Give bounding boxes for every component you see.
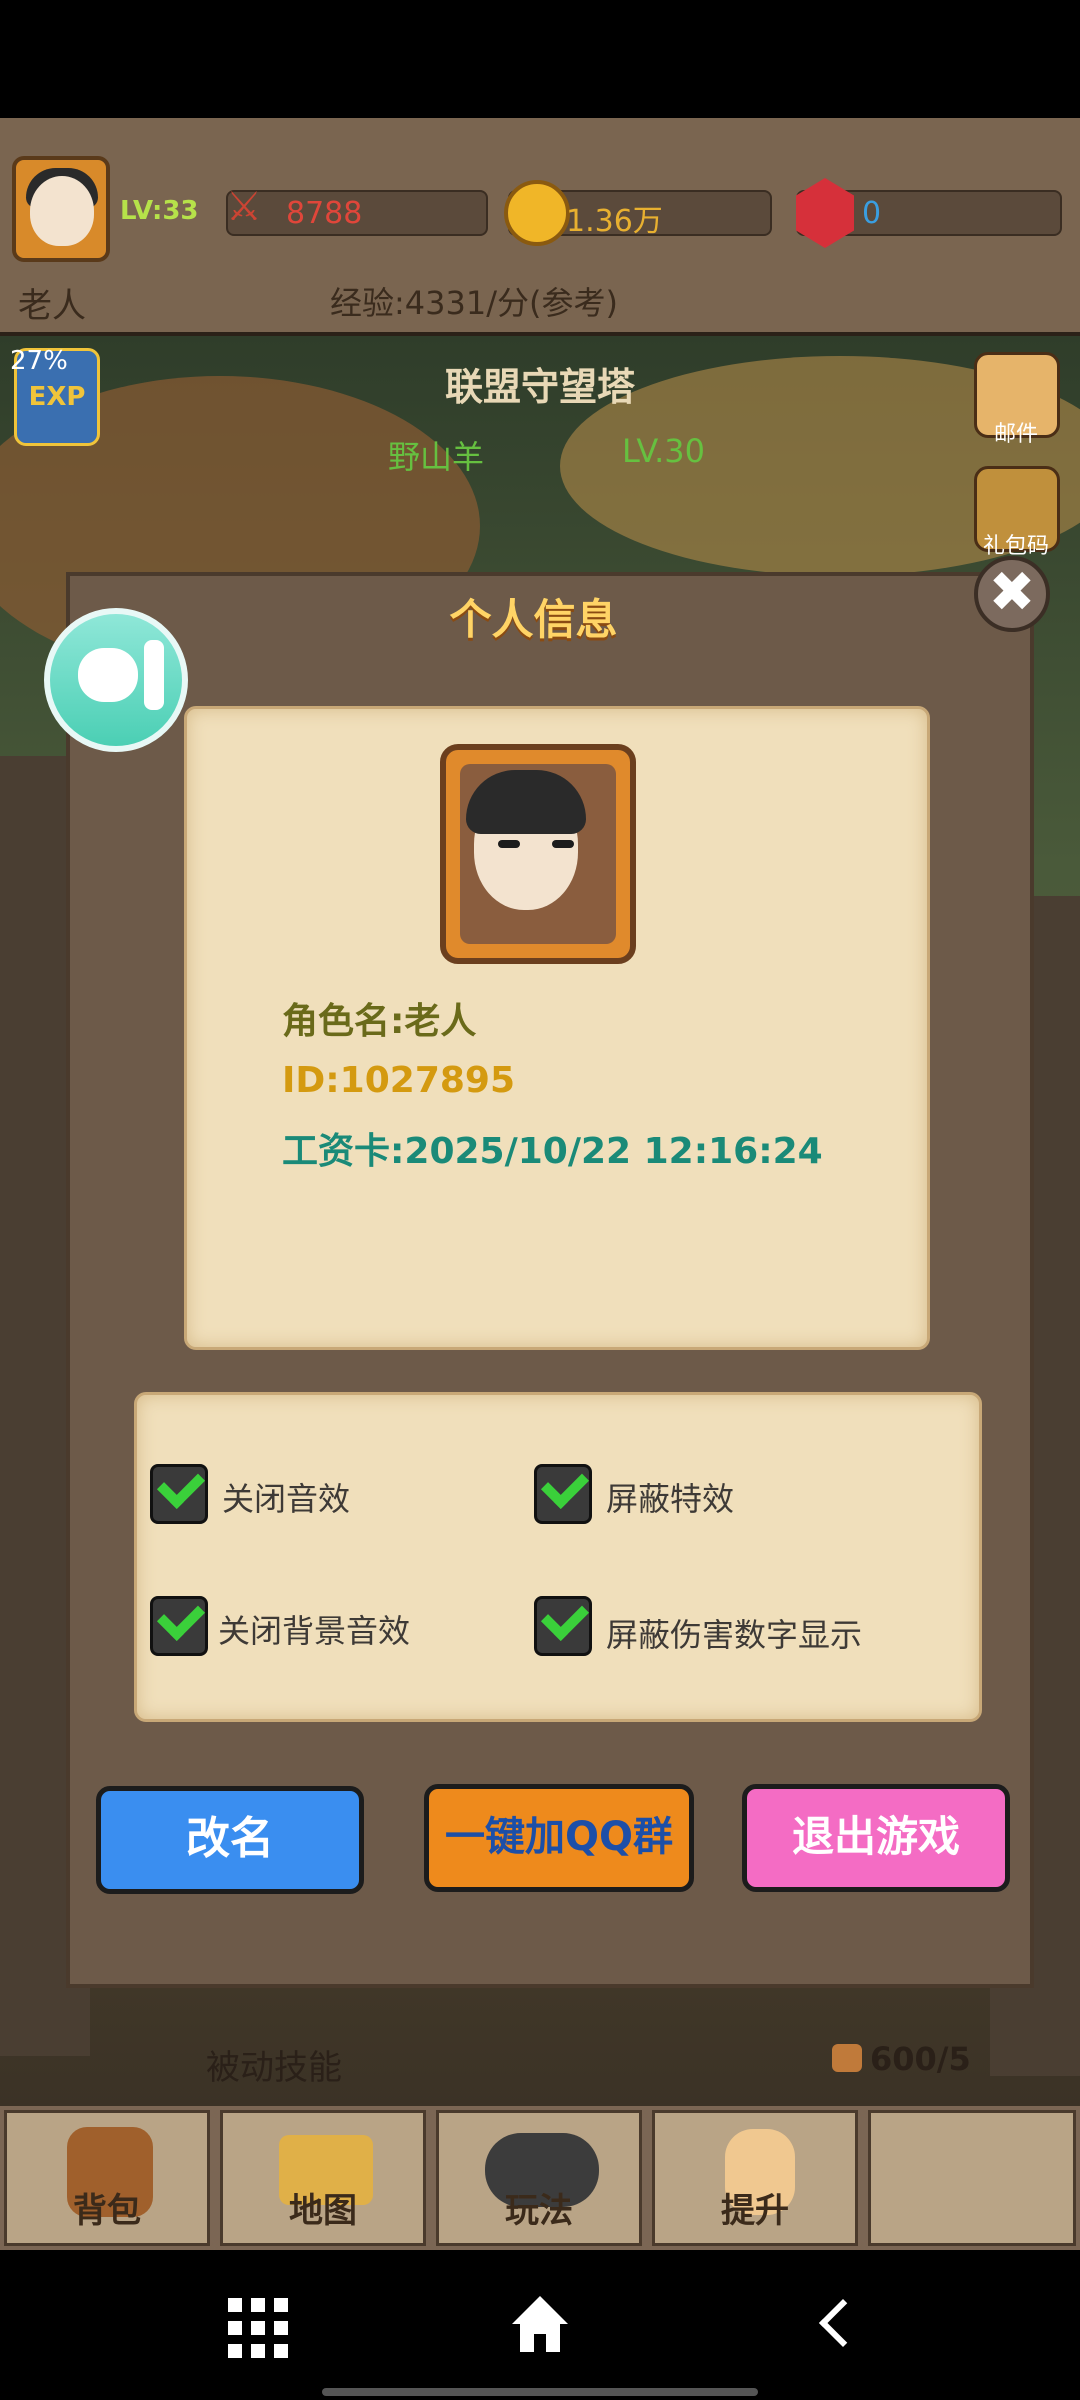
hide-effects-checkbox[interactable]	[534, 1460, 592, 1524]
player-level: LV:33	[120, 196, 199, 226]
hide-damage-numbers-checkbox[interactable]	[534, 1592, 592, 1656]
stamina-icon	[832, 2044, 862, 2072]
close-button[interactable]: ✖	[974, 556, 1050, 632]
recent-apps-icon[interactable]	[228, 2298, 288, 2358]
player-id: ID:1027895	[282, 1060, 516, 1101]
status-bar	[0, 0, 1080, 118]
player-name: 老人	[18, 286, 86, 326]
exp-rate: 经验:4331/分(参考)	[330, 284, 618, 322]
gem-value: 0	[862, 196, 882, 231]
nav-upgrade[interactable]: 提升	[652, 2110, 858, 2246]
gold-coin-icon	[504, 180, 570, 246]
hide-damage-numbers-label: 屏蔽伤害数字显示	[606, 1616, 863, 1654]
gesture-bar	[322, 2388, 758, 2396]
mail-label: 邮件	[993, 422, 1038, 447]
nav-backpack[interactable]: 背包	[4, 2110, 210, 2246]
join-qq-group-button[interactable]: 一键加QQ群	[424, 1784, 694, 1892]
character-name: 角色名:老人	[282, 1001, 477, 1042]
modal-title: 个人信息	[449, 595, 618, 644]
gold-value: 1.36万	[566, 204, 663, 239]
passive-skill-label: 被动技能	[206, 2048, 342, 2088]
hide-effects-label: 屏蔽特效	[606, 1480, 735, 1518]
nav-empty-slot	[868, 2110, 1076, 2246]
gift-code-label: 礼包码	[982, 534, 1049, 559]
swords-icon: ⚔	[226, 184, 262, 230]
nav-gameplay[interactable]: 玩法	[436, 2110, 642, 2246]
mute-bgm-checkbox[interactable]	[150, 1592, 208, 1656]
salary-card: 工资卡:2025/10/22 12:16:24	[282, 1131, 823, 1172]
mute-bgm-label: 关闭背景音效	[218, 1612, 411, 1650]
exit-game-button[interactable]: 退出游戏	[742, 1784, 1010, 1892]
enemy-name: 野山羊	[388, 438, 485, 476]
mute-sfx-checkbox[interactable]	[150, 1460, 208, 1524]
profile-avatar	[440, 744, 636, 964]
stamina-value: 600/5	[870, 2040, 971, 2078]
power-value: 8788	[286, 196, 363, 231]
nav-backpack-label: 背包	[73, 2191, 141, 2231]
settings-panel	[134, 1392, 982, 1722]
rename-button[interactable]: 改名	[96, 1786, 364, 1894]
home-icon[interactable]	[512, 2296, 568, 2356]
enemy-level: LV.30	[622, 432, 705, 470]
stage-title: 联盟守望塔	[444, 365, 635, 409]
ai-assistant-icon[interactable]	[44, 608, 188, 752]
nav-gameplay-label: 玩法	[505, 2191, 573, 2231]
nav-upgrade-label: 提升	[721, 2191, 789, 2231]
nav-map[interactable]: 地图	[220, 2110, 426, 2246]
nav-map-label: 地图	[289, 2191, 357, 2231]
mute-sfx-label: 关闭音效	[222, 1480, 351, 1518]
player-avatar[interactable]	[12, 156, 110, 262]
